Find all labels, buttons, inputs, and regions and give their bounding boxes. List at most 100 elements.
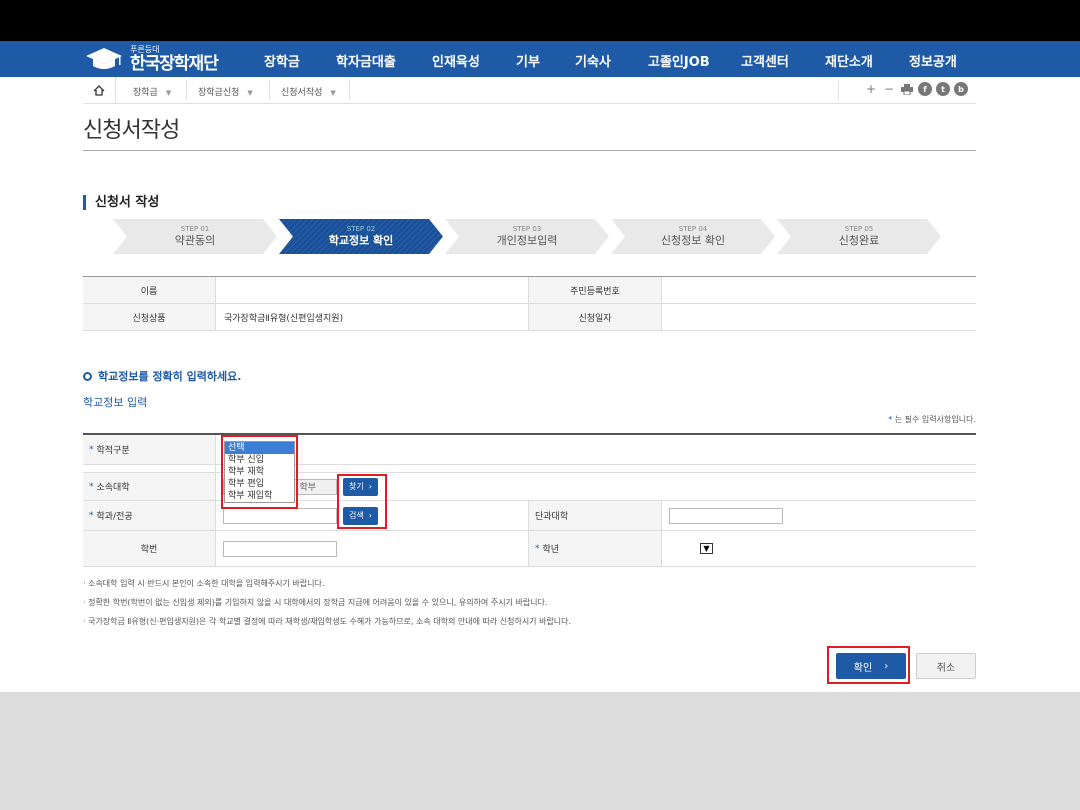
university-label-text: 소속대학 (96, 483, 130, 493)
note-item: · 국가장학금 Ⅱ유형(신·편입생지원)은 각 학교별 결정에 따라 재학생/재… (83, 617, 572, 626)
step-number: STEP 04 (678, 225, 708, 233)
grade-label-text: 학년 (542, 545, 560, 555)
table-row: 이름 주민등록번호 (83, 277, 976, 304)
grade-select[interactable]: ▼ (669, 540, 715, 557)
form-spacer (83, 465, 976, 473)
menu-item-scholarship[interactable]: 장학금 (264, 51, 300, 70)
divider (269, 81, 270, 100)
highlight-box-confirm (827, 646, 910, 684)
school-info-form: *학적구분 *소속대학 학부 찾기› *학과/전공 검색› 단과대학 (83, 433, 976, 567)
step-5: STEP 05 신청완료 (777, 219, 941, 254)
dropdown-option[interactable]: 학부 재학 (225, 466, 294, 478)
page-title: 신청서작성 (83, 118, 180, 143)
form-row-status: * 학적구분 (83, 435, 976, 465)
spacer-cell (83, 465, 216, 472)
logo-tagline: 푸른등대 (130, 44, 160, 54)
zoom-out-icon[interactable]: − (882, 82, 896, 96)
step-label: 신청완료 (838, 234, 880, 247)
menu-item-dormitory[interactable]: 기숙사 (575, 51, 611, 70)
name-value (216, 277, 529, 303)
college-label-text: 단과대학 (535, 512, 569, 522)
product-value: 국가장학금Ⅱ유형(신편입생지원) (216, 304, 529, 330)
facebook-icon[interactable]: f (918, 82, 932, 96)
school-info-heading: 학교정보를 정확히 입력하세요. (83, 368, 241, 384)
student-id-input[interactable] (223, 540, 337, 557)
menu-item-about[interactable]: 재단소개 (825, 51, 873, 70)
breadcrumb-label: 장학금신청 (198, 88, 240, 98)
step-1: STEP 01 약관동의 (113, 219, 277, 254)
print-icon[interactable] (900, 82, 914, 96)
step-label: 개인정보입력 (496, 234, 558, 247)
chevron-down-icon: ▼ (330, 89, 336, 97)
chevron-down-icon: ▼ (165, 89, 172, 97)
rrn-value (662, 277, 976, 303)
main-content: 장학금 ▼ 장학금신청 ▼ 신청서작성 ▼ + − f t b 신청서작성 신청서 작… (0, 77, 1080, 692)
step-label: 약관동의 (174, 234, 216, 247)
university-value: 학부 (299, 483, 316, 493)
grade-label: * 학년 (529, 531, 662, 566)
site-logo[interactable]: 푸른등대 한국장학재단 (84, 44, 219, 74)
breadcrumb-item-apply[interactable]: 장학금신청 ▼ (198, 85, 253, 98)
dropdown-option[interactable]: 학부 신입 (225, 454, 294, 466)
graduation-cap-icon (84, 46, 124, 72)
breadcrumb-label: 신청서작성 (281, 88, 323, 98)
college-input[interactable] (669, 507, 783, 524)
note-item: · 정확한 학번(학번이 없는 신입생 제외)를 기입하지 않을 시 대학에서의… (83, 598, 548, 607)
blog-icon[interactable]: b (954, 82, 968, 96)
status-label: * 학적구분 (83, 435, 216, 464)
section-title: 신청서 작성 (83, 195, 159, 210)
zoom-in-icon[interactable]: + (864, 82, 878, 96)
breadcrumb-item-scholarship[interactable]: 장학금 ▼ (133, 85, 171, 98)
school-info-heading-text: 학교정보를 정확히 입력하세요. (98, 370, 242, 383)
chevron-down-icon: ▼ (700, 543, 713, 554)
menu-item-loan[interactable]: 학자금대출 (336, 51, 396, 70)
browser-top-bar (0, 0, 1080, 41)
menu-item-talent[interactable]: 인재육성 (432, 51, 480, 70)
required-star: * (888, 415, 893, 424)
menu-item-customer-center[interactable]: 고객센터 (741, 51, 789, 70)
note-item: · 소속대학 입력 시 반드시 본인이 소속한 대학을 입력해주시기 바랍니다. (83, 579, 325, 588)
divider (838, 81, 839, 100)
required-star: * (89, 444, 94, 455)
required-star: * (535, 543, 540, 554)
logo-title: 한국장학재단 (130, 53, 219, 74)
date-value (662, 304, 976, 330)
notes: · 소속대학 입력 시 반드시 본인이 소속한 대학을 입력해주시기 바랍니다.… (83, 574, 571, 631)
twitter-icon[interactable]: t (936, 82, 950, 96)
major-input[interactable] (223, 507, 337, 524)
step-4: STEP 04 신청정보 확인 (611, 219, 775, 254)
product-label: 신청상품 (83, 304, 216, 330)
step-3: STEP 03 개인정보입력 (445, 219, 609, 254)
college-label: 단과대학 (529, 501, 662, 530)
table-row: 신청상품 국가장학금Ⅱ유형(신편입생지원) 신청일자 (83, 304, 976, 331)
major-label: * 학과/전공 (83, 501, 216, 530)
dropdown-option[interactable]: 학부 재입학 (225, 490, 294, 502)
name-label: 이름 (83, 277, 216, 303)
menu-item-donation[interactable]: 기부 (516, 51, 540, 70)
step-label: 신청정보 확인 (660, 234, 726, 247)
step-label: 학교정보 확인 (328, 234, 394, 247)
status-dropdown[interactable]: 선택 학부 신입 학부 재학 학부 편입 학부 재입학 (224, 441, 295, 503)
breadcrumb-item-form[interactable]: 신청서작성 ▼ (281, 85, 336, 98)
page-tools: + − f t b (864, 82, 968, 96)
cancel-button[interactable]: 취소 (916, 653, 976, 679)
breadcrumb-label: 장학금 (133, 88, 158, 98)
required-star: * (89, 481, 94, 492)
university-cell: 학부 찾기 › (216, 473, 976, 500)
menu-item-job[interactable]: 고졸인JOB (648, 51, 710, 70)
chevron-down-icon: ▼ (247, 89, 253, 97)
bullet-ring-icon (83, 371, 92, 381)
step-number: STEP 05 (844, 225, 874, 233)
dropdown-option[interactable]: 선택 (225, 442, 294, 454)
student-id-label: 학번 (83, 531, 216, 566)
breadcrumb: 장학금 ▼ 장학금신청 ▼ 신청서작성 ▼ + − f t b (83, 77, 976, 104)
form-row-student-id: 학번 * 학년 ▼ (83, 531, 976, 567)
home-icon[interactable] (83, 77, 116, 104)
divider (349, 81, 350, 100)
dropdown-option[interactable]: 학부 편입 (225, 478, 294, 490)
school-info-subtitle: 학교정보 입력 (83, 396, 148, 409)
page-footer-area (0, 692, 1080, 810)
step-number: STEP 02 (346, 225, 376, 233)
menu-item-disclosure[interactable]: 정보공개 (909, 51, 957, 70)
applicant-info-table: 이름 주민등록번호 신청상품 국가장학금Ⅱ유형(신편입생지원) 신청일자 (83, 276, 976, 331)
